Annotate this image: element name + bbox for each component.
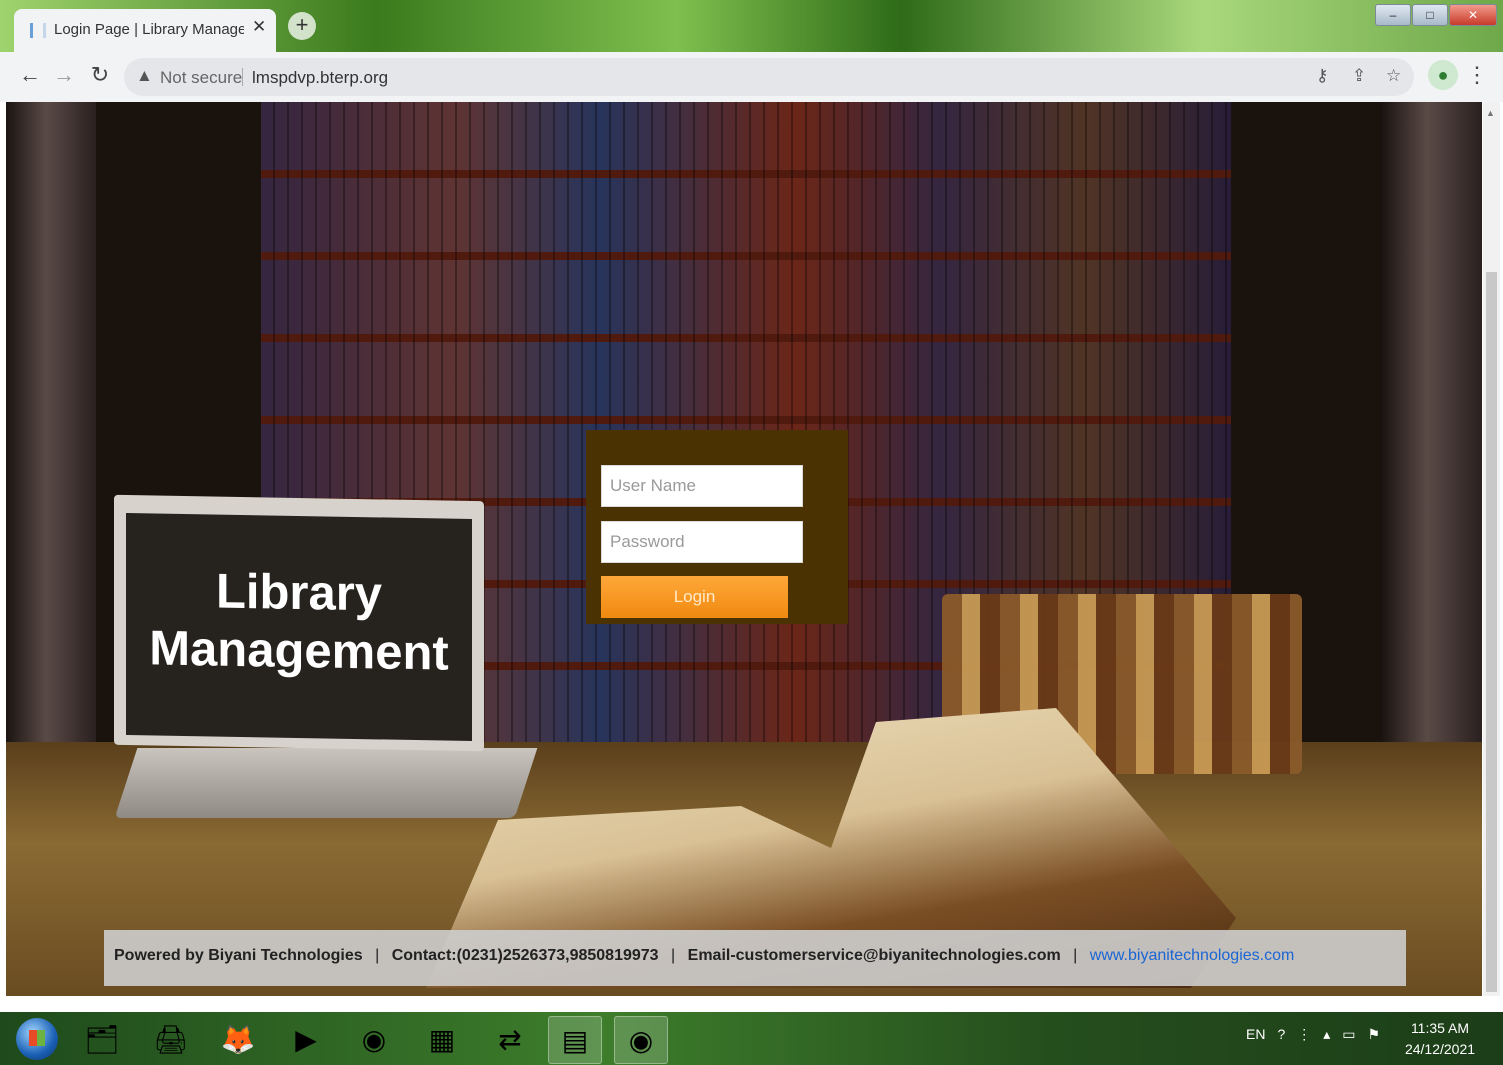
clock-time: 11:35 AM: [1410, 1020, 1470, 1036]
username-input[interactable]: [601, 465, 803, 507]
contact-text: Contact:(0231)2526373,9850819973: [391, 947, 659, 964]
scroll-up-icon[interactable]: ▲: [1486, 108, 1495, 118]
footer-divider: |: [375, 947, 380, 964]
firefox-icon[interactable]: 🦊: [212, 1016, 264, 1062]
network-icon[interactable]: ⋮: [1297, 1026, 1311, 1043]
browser-title-bar: Login Page | Library Managemen ✕ + – □ ✕: [0, 0, 1503, 52]
hero-title: Library Management: [126, 561, 472, 683]
login-page: Library Management Login Powered by Biya…: [6, 102, 1482, 996]
email-text: Email-customerservice@biyanitechnologies…: [687, 947, 1061, 964]
minimize-button[interactable]: –: [1375, 4, 1411, 26]
powered-by-text: Powered by Biyani Technologies: [114, 947, 363, 964]
media-player-icon[interactable]: ▶: [280, 1016, 332, 1062]
password-input[interactable]: [601, 521, 803, 563]
pillar-right: [1382, 102, 1482, 742]
clock-date: 24/12/2021: [1404, 1041, 1476, 1057]
display-icon[interactable]: ▭: [1342, 1026, 1355, 1043]
profile-icon[interactable]: ●: [1428, 60, 1458, 90]
footer-text: Powered by Biyani Technologies | Contact…: [114, 947, 1294, 965]
hero-title-line1: Library: [215, 564, 383, 622]
browser-toolbar: ← → ↻ ▲ Not secure lmspdvp.bterp.org ⚷ ⇪…: [0, 52, 1503, 102]
windows-taskbar: 🗂 🖨 🦊 ▶ ◉ ▦ ⇄ ▤ ◉ EN ? ⋮ ▴ ▭ ⚑ 11:35 AM …: [0, 1012, 1503, 1065]
website-link[interactable]: www.biyanitechnologies.com: [1090, 947, 1295, 964]
footer-divider: |: [671, 947, 676, 964]
maximize-button[interactable]: □: [1412, 4, 1448, 26]
laptop-screen: Library Management: [126, 512, 472, 742]
page-bottom-gap: [0, 996, 1503, 1012]
system-tray: EN ? ⋮ ▴ ▭ ⚑: [1246, 1026, 1380, 1043]
login-button[interactable]: Login: [601, 576, 788, 618]
laptop-image: Library Management: [114, 494, 484, 752]
key-icon[interactable]: ⚷: [1316, 66, 1328, 86]
excel-icon[interactable]: ▦: [416, 1016, 468, 1062]
word-icon[interactable]: ▤: [548, 1016, 602, 1064]
footer-divider: |: [1073, 947, 1078, 964]
language-indicator[interactable]: EN: [1246, 1026, 1265, 1043]
flag-icon[interactable]: ⚑: [1368, 1026, 1381, 1043]
help-icon[interactable]: ?: [1277, 1026, 1285, 1043]
start-button[interactable]: [16, 1018, 58, 1060]
hero-title-line2: Management: [149, 621, 449, 681]
pillar-left: [6, 102, 96, 742]
back-icon[interactable]: ←: [16, 62, 44, 88]
laptop-keyboard: [114, 748, 538, 818]
tab-title: Login Page | Library Managemen: [54, 21, 244, 38]
divider: [242, 68, 243, 86]
login-form: Login: [586, 430, 848, 624]
clock[interactable]: 11:35 AM 24/12/2021: [1400, 1018, 1480, 1060]
scroll-thumb[interactable]: [1486, 272, 1497, 992]
windows-logo-icon: [29, 1030, 45, 1046]
page-scrollbar[interactable]: ▲: [1483, 102, 1500, 1000]
security-label[interactable]: Not secure: [160, 68, 242, 88]
tab-close-icon[interactable]: ✕: [252, 17, 266, 37]
teamviewer-icon[interactable]: ⇄: [484, 1016, 536, 1062]
url-text[interactable]: lmspdvp.bterp.org: [252, 68, 388, 88]
star-icon[interactable]: ☆: [1386, 66, 1401, 86]
warning-icon[interactable]: ▲: [136, 66, 153, 86]
reload-icon[interactable]: ↻: [86, 62, 114, 88]
scanner-icon[interactable]: 🖨: [145, 1016, 197, 1062]
show-hidden-icon[interactable]: ▴: [1323, 1026, 1330, 1043]
page-favicon-icon: [30, 23, 46, 38]
chrome-icon[interactable]: ◉: [348, 1016, 400, 1062]
footer-bar: Powered by Biyani Technologies | Contact…: [104, 930, 1406, 986]
menu-icon[interactable]: ⋮: [1466, 62, 1488, 88]
forward-icon[interactable]: →: [50, 62, 78, 88]
share-icon[interactable]: ⇪: [1352, 66, 1366, 86]
new-tab-button[interactable]: +: [288, 12, 316, 40]
browser-tab[interactable]: Login Page | Library Managemen ✕: [14, 9, 276, 52]
address-bar[interactable]: ▲ Not secure lmspdvp.bterp.org ⚷ ⇪ ☆: [124, 58, 1414, 96]
chrome-active-icon[interactable]: ◉: [614, 1016, 668, 1064]
explorer-icon[interactable]: 🗂: [76, 1016, 128, 1062]
window-controls: – □ ✕: [1375, 4, 1497, 26]
window-close-button[interactable]: ✕: [1449, 4, 1497, 26]
